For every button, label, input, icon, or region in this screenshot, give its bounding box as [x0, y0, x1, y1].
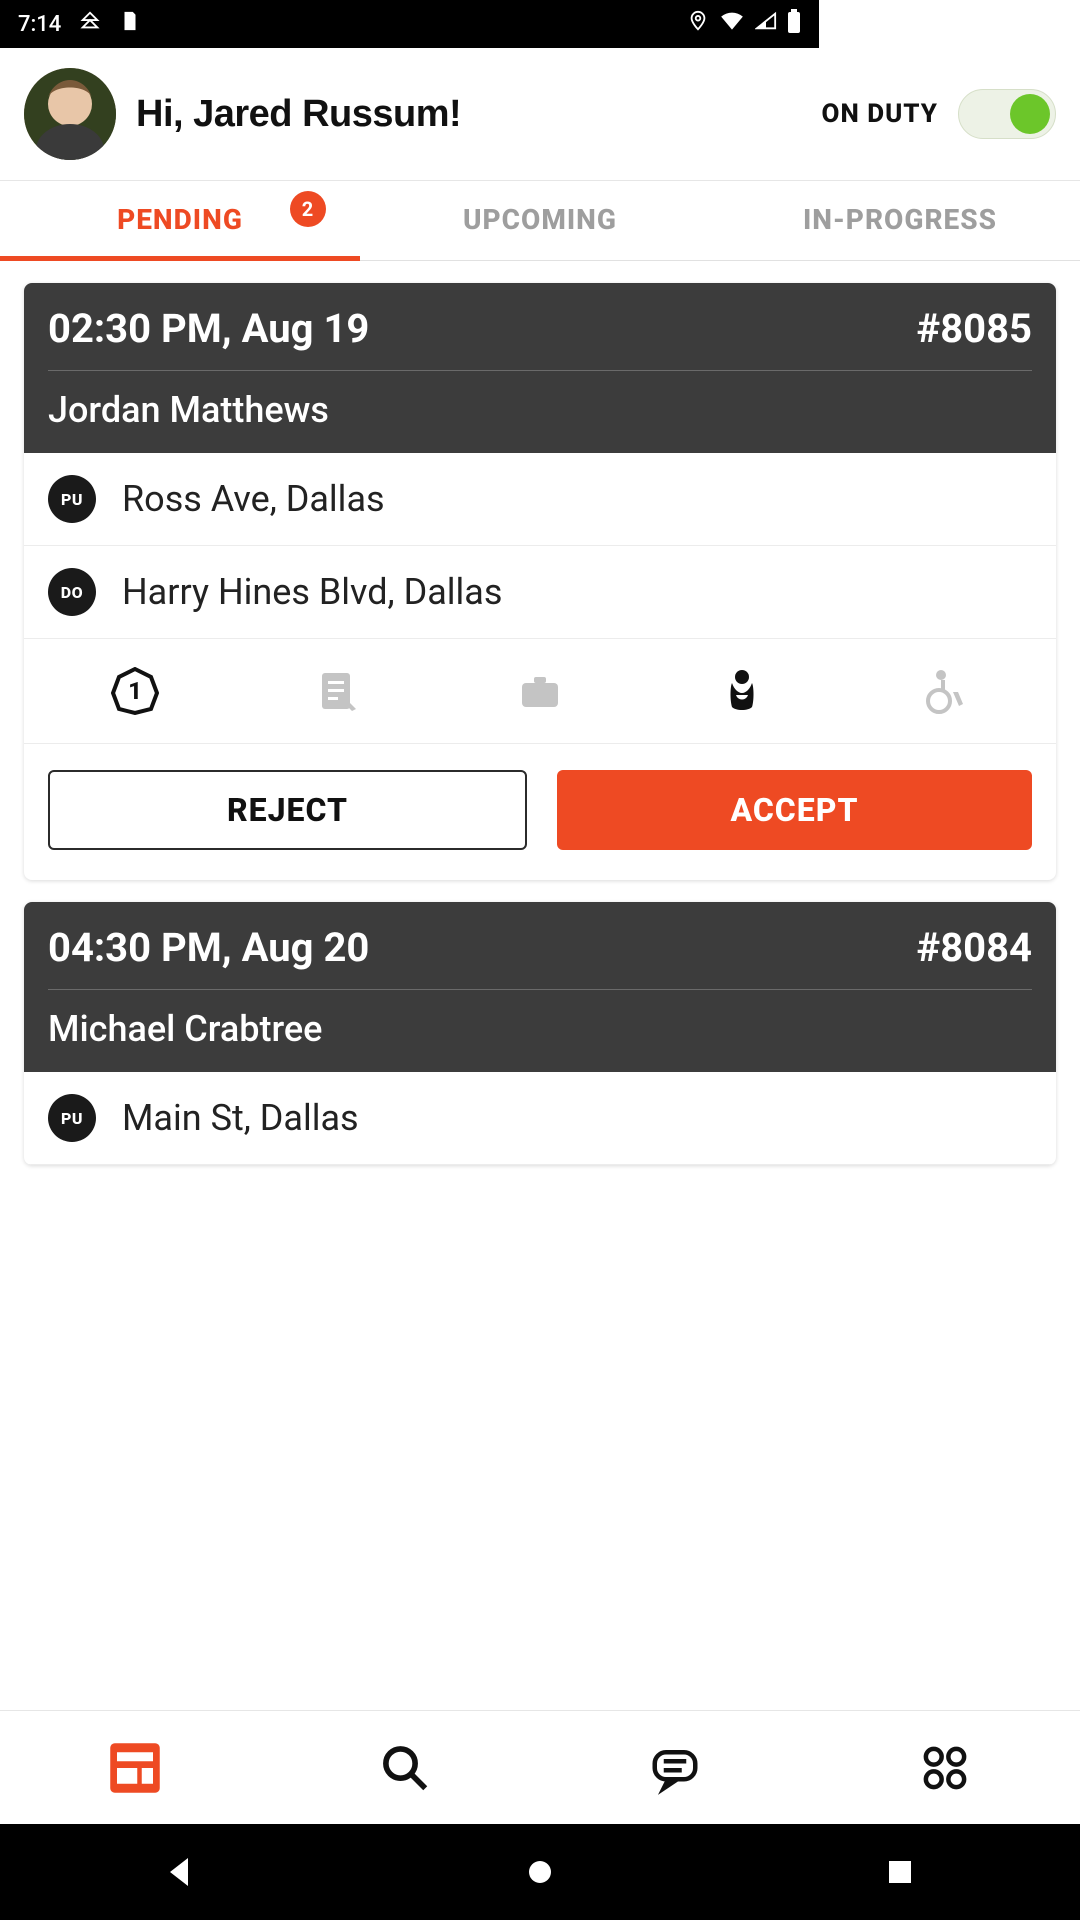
ride-datetime: 02:30 PM, Aug 19	[48, 305, 369, 352]
pickup-address: Main St, Dallas	[122, 1097, 359, 1139]
tab-pending[interactable]: PENDING 2	[0, 181, 360, 260]
wifi-icon	[719, 8, 745, 40]
ride-card: 04:30 PM, Aug 20 #8084 Michael Crabtree …	[24, 902, 1056, 1165]
rider-name: Michael Crabtree	[48, 990, 1032, 1050]
child-seat-icon[interactable]	[716, 665, 768, 717]
dropoff-address: Harry Hines Blvd, Dallas	[122, 571, 502, 613]
bottom-tab-bar	[0, 1710, 1080, 1824]
pickup-row: PU Ross Ave, Dallas	[24, 453, 1056, 546]
nav-home-icon[interactable]	[520, 1852, 560, 1892]
duty-toggle[interactable]	[958, 89, 1056, 139]
duty-label: ON DUTY	[822, 99, 938, 129]
action-row: REJECT ACCEPT	[24, 744, 1056, 880]
nav-recent-icon[interactable]	[880, 1852, 920, 1892]
tab-label: UPCOMING	[463, 203, 617, 236]
dropoff-badge-icon: DO	[48, 568, 96, 616]
dashboard-tab-icon[interactable]	[108, 1741, 162, 1795]
luggage-icon[interactable]	[514, 665, 566, 717]
card-header[interactable]: 02:30 PM, Aug 19 #8085 Jordan Matthews	[24, 283, 1056, 453]
tab-bar: PENDING 2 UPCOMING IN-PROGRESS	[0, 181, 1080, 261]
cell-signal-icon	[755, 10, 777, 38]
tab-in-progress[interactable]: IN-PROGRESS	[720, 181, 1080, 260]
avatar[interactable]	[24, 68, 116, 160]
tab-label: IN-PROGRESS	[803, 203, 997, 236]
rider-name: Jordan Matthews	[48, 371, 1032, 431]
messages-tab-icon[interactable]	[648, 1741, 702, 1795]
pickup-badge-icon: PU	[48, 475, 96, 523]
tab-upcoming[interactable]: UPCOMING	[360, 181, 720, 260]
battery-icon	[787, 9, 801, 39]
system-nav-bar	[0, 1824, 1080, 1920]
app-indicator-icon	[79, 10, 101, 38]
ride-card: 02:30 PM, Aug 19 #8085 Jordan Matthews P…	[24, 283, 1056, 880]
more-tab-icon[interactable]	[918, 1741, 972, 1795]
app-header: Hi, Jared Russum! ON DUTY	[0, 48, 1080, 181]
pickup-badge-icon: PU	[48, 1094, 96, 1142]
ride-id: #8084	[917, 924, 1033, 971]
greeting-text: Hi, Jared Russum!	[136, 93, 461, 136]
ride-datetime: 04:30 PM, Aug 20	[48, 924, 369, 971]
notes-icon[interactable]	[312, 665, 364, 717]
dropoff-row: DO Harry Hines Blvd, Dallas	[24, 546, 1056, 639]
nav-back-icon[interactable]	[160, 1852, 200, 1892]
status-time: 7:14	[18, 12, 61, 37]
pickup-address: Ross Ave, Dallas	[122, 478, 385, 520]
search-tab-icon[interactable]	[378, 1741, 432, 1795]
passenger-count-icon[interactable]: 1	[109, 665, 161, 717]
card-header[interactable]: 04:30 PM, Aug 20 #8084 Michael Crabtree	[24, 902, 1056, 1072]
reject-button[interactable]: REJECT	[48, 770, 527, 850]
ride-attributes: 1	[24, 639, 1056, 744]
svg-text:1: 1	[128, 677, 142, 705]
tab-label: PENDING	[117, 203, 243, 236]
sd-card-icon	[119, 10, 141, 38]
pending-count-badge: 2	[290, 191, 326, 227]
ride-id: #8085	[917, 305, 1033, 352]
wheelchair-icon[interactable]	[919, 665, 971, 717]
status-bar: 7:14	[0, 0, 819, 48]
ride-list: 02:30 PM, Aug 19 #8085 Jordan Matthews P…	[0, 261, 1080, 1165]
location-pin-icon	[687, 10, 709, 38]
accept-button[interactable]: ACCEPT	[557, 770, 1032, 850]
pickup-row: PU Main St, Dallas	[24, 1072, 1056, 1165]
